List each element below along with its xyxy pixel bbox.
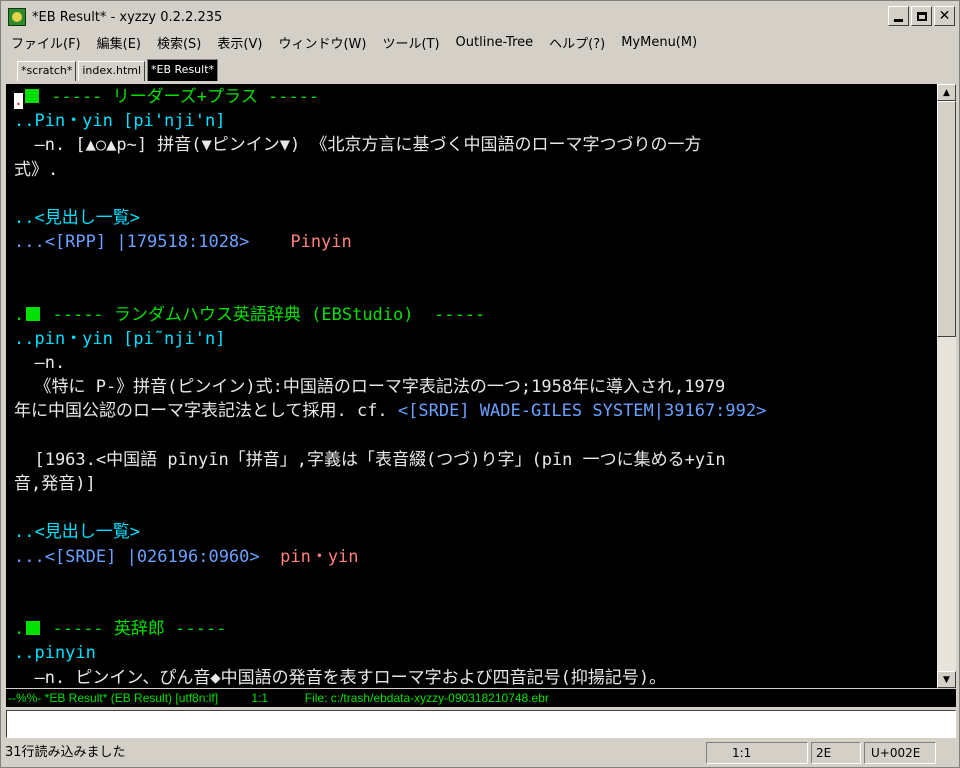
scroll-up-button[interactable]: ▲ — [937, 84, 956, 101]
etymology-line: [1963.<中国語 pīnyīn「拼音」,字義は「表音綴(つづ)り字」(pīn… — [14, 449, 726, 470]
menu-outline-tree[interactable]: Outline-Tree — [448, 35, 542, 50]
tab-scratch[interactable]: *scratch* — [17, 61, 77, 81]
menu-view[interactable]: 表示(V) — [209, 33, 270, 52]
definition-line: 式》. — [14, 159, 59, 180]
dictionary-title: 英辞郎 — [113, 619, 165, 640]
cursor-position: 1:1 — [706, 742, 808, 764]
heading-eijiro: . ----- 英辞郎 ----- — [14, 619, 227, 640]
definition-line: ―n. — [14, 353, 66, 374]
minibuffer-input[interactable] — [6, 710, 956, 738]
vertical-scrollbar[interactable]: ▲ ▼ — [937, 84, 956, 688]
menu-file[interactable]: ファイル(F) — [3, 33, 89, 52]
dictionary-title: ランダムハウス英語辞典 (EBStudio) — [113, 304, 414, 325]
definition-line: 《特に P-》拼音(ピンイン)式:中国語のローマ字表記法の一つ;1958年に導入… — [14, 377, 726, 398]
menu-mymenu[interactable]: MyMenu(M) — [613, 35, 705, 50]
arrow-down-icon: ▼ — [943, 674, 950, 685]
entry-headword: ..pin・yin [pi˜nji'n] — [14, 328, 226, 349]
title-bar: *EB Result* - xyzzy 0.2.2.235 ✕ — [3, 4, 959, 30]
maximize-icon — [916, 11, 927, 21]
index-word: pin・yin — [259, 546, 359, 567]
unicode-code: U+002E — [864, 742, 936, 764]
heading-marker-icon — [26, 621, 41, 636]
tab-index-html[interactable]: index.html — [78, 61, 146, 81]
menu-edit[interactable]: 編集(E) — [89, 33, 149, 52]
menu-help[interactable]: ヘルプ(?) — [541, 33, 613, 52]
menu-search[interactable]: 検索(S) — [149, 33, 209, 52]
text-cursor: . — [14, 93, 23, 110]
heading-marker-icon — [26, 306, 41, 321]
menu-tools[interactable]: ツール(T) — [374, 33, 447, 52]
scroll-down-button[interactable]: ▼ — [937, 671, 956, 688]
tab-eb-result[interactable]: *EB Result* — [147, 59, 219, 81]
index-word: Pinyin — [249, 232, 352, 253]
heading-readers-plus: . ----- リーダーズ+プラス ----- — [14, 87, 320, 110]
definition-line: ―n. ピンイン、ぴん音◆中国語の発音を表すローマ字および四音記号(抑揚記号)。 — [14, 667, 667, 688]
menu-bar: ファイル(F) 編集(E) 検索(S) 表示(V) ウィンドウ(W) ツール(T… — [3, 31, 959, 53]
minimize-icon — [894, 18, 903, 22]
app-window: *EB Result* - xyzzy 0.2.2.235 ✕ ファイル(F) … — [0, 0, 960, 768]
menu-window[interactable]: ウィンドウ(W) — [270, 33, 374, 52]
mode-line: --%%- *EB Result* (EB Result) [utf8n:lf]… — [6, 689, 956, 707]
index-link-line: ...<[RPP] |179518:1028> Pinyin — [14, 230, 937, 254]
buffer-tab-bar: *scratch* index.html *EB Result* — [3, 57, 959, 83]
arrow-up-icon: ▲ — [943, 87, 950, 98]
close-button[interactable]: ✕ — [934, 6, 955, 26]
index-link-line: ...<[SRDE] |026196:0960> pin・yin — [14, 545, 937, 569]
editor-buffer[interactable]: . ----- リーダーズ+プラス ----- ..Pin・yin [pi'nj… — [6, 84, 937, 688]
char-code: 2E — [811, 742, 861, 764]
cross-reference-link[interactable]: <[SRDE] WADE-GILES SYSTEM|39167:992> — [398, 401, 766, 421]
entry-headword: ..Pin・yin [pi'nji'n] — [14, 111, 226, 132]
index-link[interactable]: ...<[RPP] |179518:1028> — [14, 232, 249, 252]
etymology-line: 音,発音)] — [14, 474, 96, 494]
heading-random-house: . ----- ランダムハウス英語辞典 (EBStudio) ----- — [14, 304, 486, 325]
scroll-thumb[interactable] — [937, 101, 956, 337]
maximize-button[interactable] — [911, 6, 932, 26]
index-list-label: ..<見出し一覧> — [14, 207, 140, 228]
minimize-button[interactable] — [888, 6, 909, 26]
definition-line: 年に中国公認のローマ字表記法として採用. cf. <[SRDE] WADE-GI… — [14, 401, 767, 422]
window-title: *EB Result* - xyzzy 0.2.2.235 — [32, 9, 223, 25]
index-list-label: ..<見出し一覧> — [14, 522, 140, 543]
definition-line: ―n. [▲○▲p~] 拼音(▼ピンイン▼) 《北京方言に基づく中国語のローマ字… — [14, 135, 702, 156]
entry-headword: ..pinyin — [14, 643, 96, 664]
xyzzy-app-icon — [6, 6, 28, 28]
status-bar: 31行読み込みました 1:1 2E U+002E — [3, 741, 959, 765]
dictionary-title: リーダーズ+プラス — [112, 87, 258, 107]
status-message: 31行読み込みました — [5, 745, 126, 760]
index-link[interactable]: ...<[SRDE] |026196:0960> — [14, 547, 260, 567]
heading-marker-icon — [25, 89, 39, 103]
